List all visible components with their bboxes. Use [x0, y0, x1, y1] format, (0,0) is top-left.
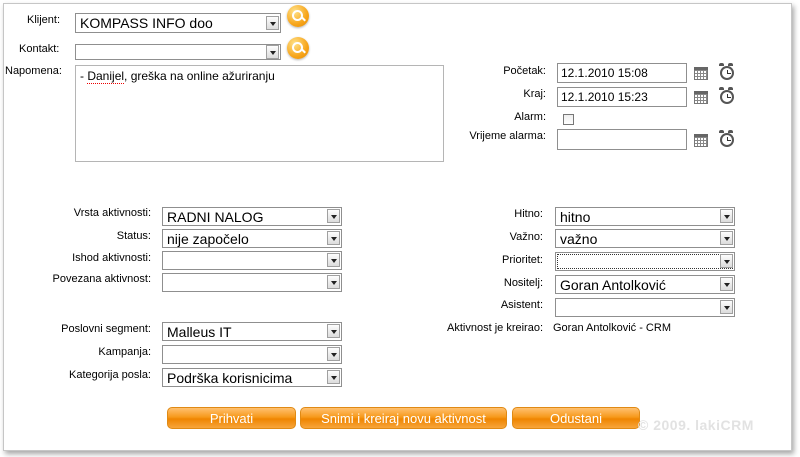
vrijeme-alarma-label: Vrijeme alarma:	[469, 130, 546, 142]
alarm-clock-icon[interactable]	[720, 90, 734, 104]
napomena-rest: , greška na online ažuriranju	[124, 69, 275, 83]
chevron-down-icon[interactable]	[266, 16, 279, 30]
clock-ear-left	[719, 87, 724, 90]
kategorija-select[interactable]: Podrška korisnicima	[162, 368, 342, 387]
kategorija-value: Podrška korisnicima	[167, 370, 293, 386]
kreirao-label: Aktivnost je kreirao:	[447, 322, 543, 334]
status-select[interactable]: nije započelo	[162, 229, 342, 248]
kampanja-select[interactable]	[162, 345, 342, 364]
kraj-value: 12.1.2010 15:23	[561, 90, 648, 104]
prihvati-button[interactable]: Prihvati	[167, 407, 296, 429]
segment-select[interactable]: Malleus IT	[162, 322, 342, 341]
kategorija-label: Kategorija posla:	[69, 369, 151, 381]
prioritet-label: Prioritet:	[502, 254, 543, 266]
pocetak-value: 12.1.2010 15:08	[561, 66, 648, 80]
status-value: nije započelo	[167, 231, 249, 247]
hitno-select[interactable]: hitno	[555, 207, 735, 226]
chevron-down-icon[interactable]	[327, 324, 340, 338]
napomena-textarea[interactable]: - Danijel, greška na online ažuriranju	[75, 65, 444, 162]
hitno-value: hitno	[560, 209, 591, 225]
chevron-down-icon[interactable]	[720, 231, 733, 245]
pocetak-label: Početak:	[503, 65, 546, 77]
asistent-select[interactable]	[555, 298, 735, 317]
povezana-select[interactable]	[162, 273, 342, 292]
vrsta-select[interactable]: RADNI NALOG	[162, 207, 342, 226]
alarm-clock-icon[interactable]	[720, 133, 734, 147]
vazno-label: Važno:	[509, 231, 543, 243]
vazno-value: važno	[560, 231, 598, 247]
kraj-input[interactable]: 12.1.2010 15:23	[557, 87, 687, 107]
kontakt-label: Kontakt:	[19, 43, 60, 55]
napomena-label: Napomena:	[5, 65, 62, 77]
status-label: Status:	[116, 230, 151, 242]
chevron-down-icon[interactable]	[720, 209, 733, 223]
calendar-icon[interactable]	[694, 67, 708, 80]
alarm-label: Alarm:	[514, 111, 546, 123]
povezana-label: Povezana aktivnost:	[52, 273, 151, 285]
nositelj-label: Nositelj:	[503, 277, 543, 289]
alarm-clock-icon[interactable]	[720, 66, 734, 80]
vrsta-value: RADNI NALOG	[167, 209, 264, 225]
kontakt-select[interactable]	[75, 44, 281, 60]
klijent-search-icon[interactable]	[287, 5, 309, 27]
calendar-icon[interactable]	[694, 134, 708, 147]
asistent-label: Asistent:	[500, 299, 543, 311]
kreirao-value: Goran Antolković - CRM	[553, 322, 671, 334]
chevron-down-icon[interactable]	[327, 347, 340, 361]
chevron-down-icon[interactable]	[327, 209, 340, 223]
ishod-label: Ishod aktivnosti:	[72, 252, 151, 264]
chevron-down-icon[interactable]	[327, 275, 340, 289]
kraj-label: Kraj:	[523, 88, 546, 100]
chevron-down-icon[interactable]	[266, 45, 279, 59]
vrijeme-alarma-input[interactable]	[557, 129, 687, 150]
snimi-button[interactable]: Snimi i kreiraj novu aktivnost	[300, 407, 507, 429]
kampanja-label: Kampanja:	[98, 346, 151, 358]
pocetak-input[interactable]: 12.1.2010 15:08	[557, 63, 687, 83]
hitno-label: Hitno:	[514, 208, 543, 220]
kontakt-search-icon[interactable]	[287, 37, 309, 59]
clock-ear-left	[719, 130, 724, 133]
chevron-down-icon[interactable]	[720, 300, 733, 314]
segment-value: Malleus IT	[167, 324, 232, 340]
nositelj-value: Goran Antolković	[560, 277, 666, 293]
napomena-text: - Danijel, greška na online ažuriranju	[80, 69, 275, 84]
chevron-down-icon[interactable]	[327, 253, 340, 267]
clock-ear-left	[719, 63, 724, 66]
klijent-select[interactable]: KOMPASS INFO doo	[75, 13, 281, 33]
prioritet-select[interactable]	[555, 252, 735, 271]
chevron-down-icon[interactable]	[327, 231, 340, 245]
chevron-down-icon[interactable]	[327, 370, 340, 384]
chevron-down-icon[interactable]	[720, 254, 733, 268]
chevron-down-icon[interactable]	[720, 277, 733, 291]
calendar-icon[interactable]	[694, 91, 708, 104]
klijent-value: KOMPASS INFO doo	[80, 15, 213, 31]
alarm-checkbox[interactable]	[563, 114, 574, 125]
ishod-select[interactable]	[162, 251, 342, 270]
napomena-misspelled-word: Danijel	[87, 69, 125, 84]
odustani-button[interactable]: Odustani	[512, 407, 640, 429]
copyright-watermark: © 2009. lakiCRM	[638, 417, 754, 433]
vrsta-label: Vrsta aktivnosti:	[73, 207, 151, 219]
segment-label: Poslovni segment:	[61, 323, 151, 335]
vazno-select[interactable]: važno	[555, 229, 735, 248]
nositelj-select[interactable]: Goran Antolković	[555, 275, 735, 294]
klijent-label: Klijent:	[27, 14, 61, 26]
